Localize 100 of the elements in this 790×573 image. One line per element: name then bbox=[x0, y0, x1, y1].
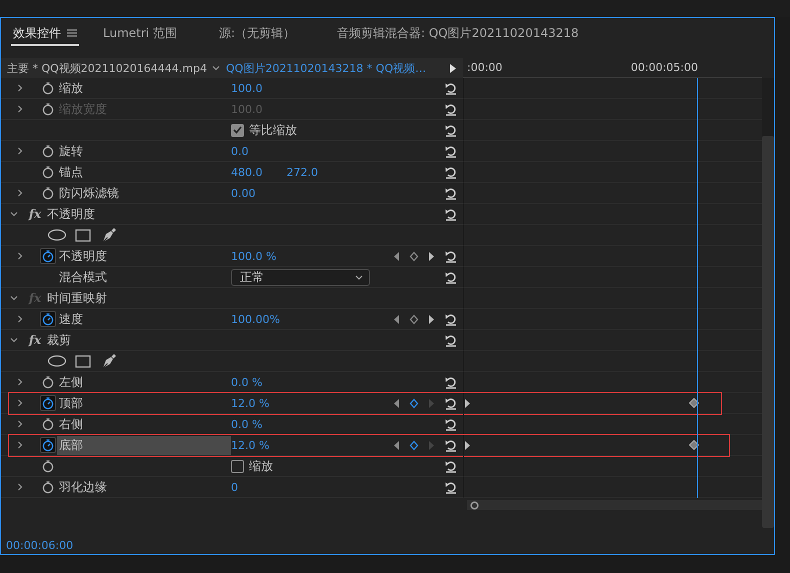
horizontal-scrollbar[interactable] bbox=[467, 500, 762, 510]
chevron-right-icon[interactable] bbox=[16, 399, 24, 407]
vertical-scrollbar[interactable] bbox=[762, 136, 774, 528]
checkbox-label: 缩放 bbox=[249, 458, 273, 474]
reset-icon[interactable] bbox=[444, 376, 458, 388]
keyframe-navigator-icon[interactable] bbox=[393, 314, 435, 324]
property-label: 左侧 bbox=[59, 374, 83, 390]
reset-icon[interactable] bbox=[444, 250, 458, 262]
stopwatch-icon[interactable] bbox=[41, 165, 55, 179]
stopwatch-icon[interactable] bbox=[41, 144, 55, 158]
property-label: 羽化边缘 bbox=[59, 478, 107, 496]
reset-icon[interactable] bbox=[444, 396, 458, 410]
reset-icon[interactable] bbox=[444, 82, 458, 94]
menu-icon[interactable] bbox=[67, 29, 77, 37]
fx-toggle[interactable]: fx bbox=[28, 207, 42, 221]
panel-tab[interactable]: 效果控件 bbox=[11, 22, 79, 46]
rectangle-mask-icon[interactable] bbox=[75, 228, 91, 242]
property-label: 速度 bbox=[59, 310, 83, 328]
chevron-right-icon[interactable] bbox=[16, 147, 24, 155]
play-triangle-icon[interactable] bbox=[449, 64, 457, 72]
keyframe-navigator-icon[interactable] bbox=[393, 398, 435, 408]
ellipse-mask-icon[interactable] bbox=[47, 355, 67, 367]
stopwatch-icon[interactable] bbox=[40, 311, 56, 327]
reset-icon[interactable] bbox=[444, 480, 458, 494]
property-value[interactable]: 12.0 % bbox=[231, 396, 270, 410]
stopwatch-icon[interactable] bbox=[41, 81, 55, 95]
chevron-right-icon[interactable] bbox=[16, 315, 24, 323]
stopwatch-icon[interactable] bbox=[41, 480, 55, 494]
stopwatch-icon[interactable] bbox=[40, 395, 56, 411]
keyframe-diamond-icon[interactable] bbox=[689, 398, 699, 408]
chevron-down-icon bbox=[355, 274, 363, 280]
stopwatch-icon[interactable] bbox=[41, 375, 55, 389]
chevron-down-icon[interactable] bbox=[10, 336, 18, 344]
property-label: 混合模式 bbox=[59, 268, 107, 286]
reset-icon[interactable] bbox=[444, 270, 458, 284]
reset-icon[interactable] bbox=[444, 208, 458, 220]
reset-icon[interactable] bbox=[444, 186, 458, 200]
property-label: 不透明度 bbox=[59, 248, 107, 264]
stopwatch-icon[interactable] bbox=[41, 459, 55, 473]
stopwatch-icon[interactable] bbox=[40, 248, 56, 264]
timecode-display[interactable]: 00:00:06:00 bbox=[1, 536, 774, 554]
property-label: 旋转 bbox=[59, 142, 83, 160]
stopwatch-icon[interactable] bbox=[40, 437, 56, 453]
chevron-right-icon[interactable] bbox=[16, 252, 24, 260]
effect-name: 时间重映射 bbox=[47, 290, 108, 306]
chevron-right-icon[interactable] bbox=[16, 441, 24, 449]
master-clip-label[interactable]: 主要 * QQ视频20211020164444.mp4 bbox=[1, 60, 212, 76]
keyframe-diamond-icon[interactable] bbox=[689, 440, 699, 450]
pen-tool-icon[interactable] bbox=[101, 353, 117, 369]
reset-icon[interactable] bbox=[444, 334, 458, 346]
property-value[interactable]: 272.0 bbox=[286, 166, 318, 178]
panel-tab[interactable]: Lumetri 范围 bbox=[101, 22, 195, 46]
checkbox[interactable] bbox=[231, 124, 244, 136]
chevron-down-icon[interactable] bbox=[10, 294, 18, 302]
reset-icon[interactable] bbox=[444, 460, 458, 472]
scroll-handle-icon[interactable] bbox=[470, 500, 479, 510]
reset-icon[interactable] bbox=[444, 144, 458, 158]
panel-tab[interactable]: 源:（无剪辑） bbox=[216, 22, 313, 46]
fx-toggle[interactable]: fx bbox=[28, 333, 42, 347]
property-value[interactable]: 0.00 bbox=[231, 186, 256, 200]
reset-icon[interactable] bbox=[444, 418, 458, 430]
reset-icon[interactable] bbox=[444, 124, 458, 136]
chevron-right-icon[interactable] bbox=[16, 483, 24, 491]
property-value[interactable]: 0.0 bbox=[231, 144, 248, 158]
chevron-right-icon[interactable] bbox=[16, 189, 24, 197]
sequence-clip-label[interactable]: QQ图片20211020143218 * QQ视频… bbox=[220, 60, 449, 76]
chevron-down-icon[interactable] bbox=[212, 64, 220, 72]
pen-tool-icon[interactable] bbox=[101, 227, 117, 243]
property-value[interactable]: 12.0 % bbox=[231, 438, 270, 452]
reset-icon[interactable] bbox=[444, 312, 458, 326]
property-value[interactable]: 480.0 bbox=[231, 166, 262, 178]
keyframe-navigator-icon[interactable] bbox=[393, 440, 435, 450]
property-label: 锚点 bbox=[59, 164, 83, 180]
checkbox[interactable] bbox=[231, 460, 244, 472]
property-label: 顶部 bbox=[59, 394, 83, 412]
property-value[interactable]: 100.00% bbox=[231, 312, 280, 326]
property-value[interactable]: 100.0 bbox=[231, 82, 262, 94]
stopwatch-icon[interactable] bbox=[41, 186, 55, 200]
stopwatch-icon[interactable] bbox=[41, 417, 55, 431]
reset-icon[interactable] bbox=[444, 166, 458, 178]
property-label: 右侧 bbox=[59, 416, 83, 432]
property-value[interactable]: 0.0 % bbox=[231, 418, 262, 430]
keyframe-navigator-icon[interactable] bbox=[393, 250, 435, 262]
property-label: 缩放宽度 bbox=[59, 100, 107, 118]
property-value[interactable]: 0 bbox=[231, 480, 238, 494]
chevron-down-icon[interactable] bbox=[10, 210, 18, 218]
chevron-right-icon[interactable] bbox=[16, 378, 24, 386]
property-value[interactable]: 100.0 % bbox=[231, 250, 276, 262]
property-label: 缩放 bbox=[59, 80, 83, 96]
ellipse-mask-icon[interactable] bbox=[47, 229, 67, 241]
reset-icon[interactable] bbox=[444, 438, 458, 452]
rectangle-mask-icon[interactable] bbox=[75, 354, 91, 368]
ruler-time-label: 00:00:05:00 bbox=[630, 61, 698, 74]
chevron-right-icon[interactable] bbox=[16, 84, 24, 92]
blend-mode-dropdown[interactable]: 正常 bbox=[231, 268, 370, 286]
chevron-right-icon[interactable] bbox=[16, 420, 24, 428]
panel-tab[interactable]: 音频剪辑混合器: QQ图片20211020143218 bbox=[335, 22, 597, 46]
ruler-time-label: :00:00 bbox=[467, 61, 502, 74]
property-value[interactable]: 0.0 % bbox=[231, 376, 262, 388]
effect-name: 不透明度 bbox=[47, 206, 96, 222]
